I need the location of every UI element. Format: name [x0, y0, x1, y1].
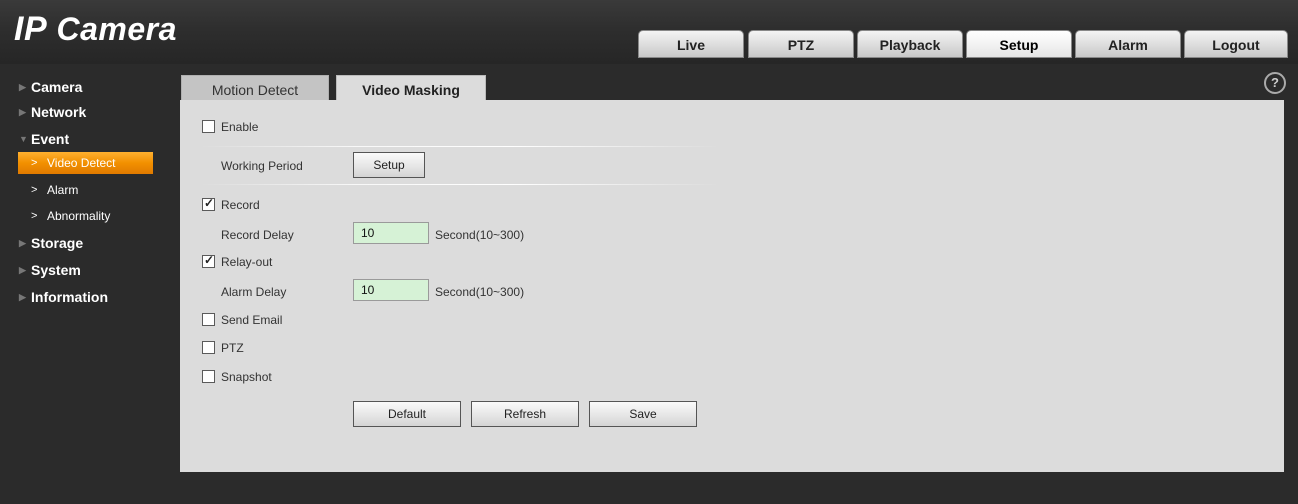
- alarm-delay-unit: Second(10~300): [435, 285, 525, 299]
- help-icon[interactable]: ?: [1264, 72, 1286, 94]
- top-bar: IP Camera Live PTZ Playback Setup Alarm …: [0, 0, 1298, 64]
- sidebar-sub-abnormality[interactable]: > Abnormality: [18, 205, 153, 227]
- enable-label: Enable: [221, 120, 259, 134]
- working-period-label: Working Period: [221, 159, 303, 173]
- sidebar: ▶ Camera ▶ Network ▼ Event > Video Detec…: [0, 64, 170, 504]
- triangle-right-icon: ▶: [19, 238, 26, 248]
- triangle-right-icon: ▶: [19, 292, 26, 302]
- sidebar-item-system[interactable]: ▶ System: [0, 259, 170, 281]
- working-period-setup-button[interactable]: Setup: [353, 152, 425, 178]
- relay-out-label: Relay-out: [221, 255, 273, 269]
- sidebar-item-label: Information: [31, 289, 108, 305]
- logo-ip: IP: [14, 10, 48, 48]
- sidebar-item-camera[interactable]: ▶ Camera: [0, 76, 170, 98]
- chevron-right-icon: >: [31, 184, 38, 196]
- record-delay-input[interactable]: [353, 222, 429, 244]
- triangle-right-icon: ▶: [19, 107, 26, 117]
- alarm-delay-input[interactable]: [353, 279, 429, 301]
- triangle-right-icon: ▶: [19, 265, 26, 275]
- triangle-down-icon: ▼: [19, 134, 28, 144]
- divider: [200, 184, 720, 185]
- sidebar-item-event[interactable]: ▼ Event: [0, 128, 170, 150]
- enable-checkbox[interactable]: [202, 120, 215, 133]
- record-delay-unit: Second(10~300): [435, 228, 525, 242]
- sidebar-item-label: Network: [31, 104, 87, 120]
- sidebar-item-label: System: [31, 262, 81, 278]
- sidebar-item-network[interactable]: ▶ Network: [0, 101, 170, 123]
- relay-out-checkbox[interactable]: [202, 253, 215, 268]
- nav-tab-logout[interactable]: Logout: [1184, 30, 1288, 58]
- nav-tab-playback[interactable]: Playback: [857, 30, 963, 58]
- triangle-right-icon: ▶: [19, 82, 26, 92]
- sidebar-sub-label: Abnormality: [47, 209, 111, 223]
- sidebar-item-storage[interactable]: ▶ Storage: [0, 232, 170, 254]
- sidebar-item-label: Event: [31, 131, 70, 147]
- sidebar-sub-label: Video Detect: [47, 156, 116, 170]
- nav-tab-setup[interactable]: Setup: [966, 30, 1072, 58]
- ptz-checkbox[interactable]: [202, 341, 215, 354]
- sidebar-item-information[interactable]: ▶ Information: [0, 286, 170, 308]
- tab-motion-detect[interactable]: Motion Detect: [181, 75, 329, 102]
- sidebar-sub-alarm[interactable]: > Alarm: [18, 179, 153, 201]
- send-email-checkbox[interactable]: [202, 313, 215, 326]
- sidebar-item-label: Camera: [31, 79, 83, 95]
- ptz-label: PTZ: [221, 341, 244, 355]
- chevron-right-icon: >: [31, 157, 38, 169]
- default-button[interactable]: Default: [353, 401, 461, 427]
- record-delay-label: Record Delay: [221, 228, 294, 242]
- snapshot-checkbox[interactable]: [202, 370, 215, 383]
- app-logo: IP Camera: [14, 10, 177, 49]
- settings-panel: [180, 100, 1284, 472]
- nav-tab-alarm[interactable]: Alarm: [1075, 30, 1181, 58]
- refresh-button[interactable]: Refresh: [471, 401, 579, 427]
- sidebar-sub-video-detect[interactable]: > Video Detect: [18, 152, 153, 174]
- logo-text: Camera: [56, 11, 177, 47]
- divider: [200, 146, 720, 147]
- alarm-delay-label: Alarm Delay: [221, 285, 287, 299]
- record-label: Record: [221, 198, 260, 212]
- snapshot-label: Snapshot: [221, 370, 272, 384]
- chevron-right-icon: >: [31, 210, 38, 222]
- tab-video-masking[interactable]: Video Masking: [336, 75, 486, 103]
- sidebar-item-label: Storage: [31, 235, 84, 251]
- record-checkbox[interactable]: [202, 196, 215, 211]
- sidebar-sub-label: Alarm: [47, 183, 79, 197]
- send-email-label: Send Email: [221, 313, 283, 327]
- nav-tab-ptz[interactable]: PTZ: [748, 30, 854, 58]
- save-button[interactable]: Save: [589, 401, 697, 427]
- nav-tab-live[interactable]: Live: [638, 30, 744, 58]
